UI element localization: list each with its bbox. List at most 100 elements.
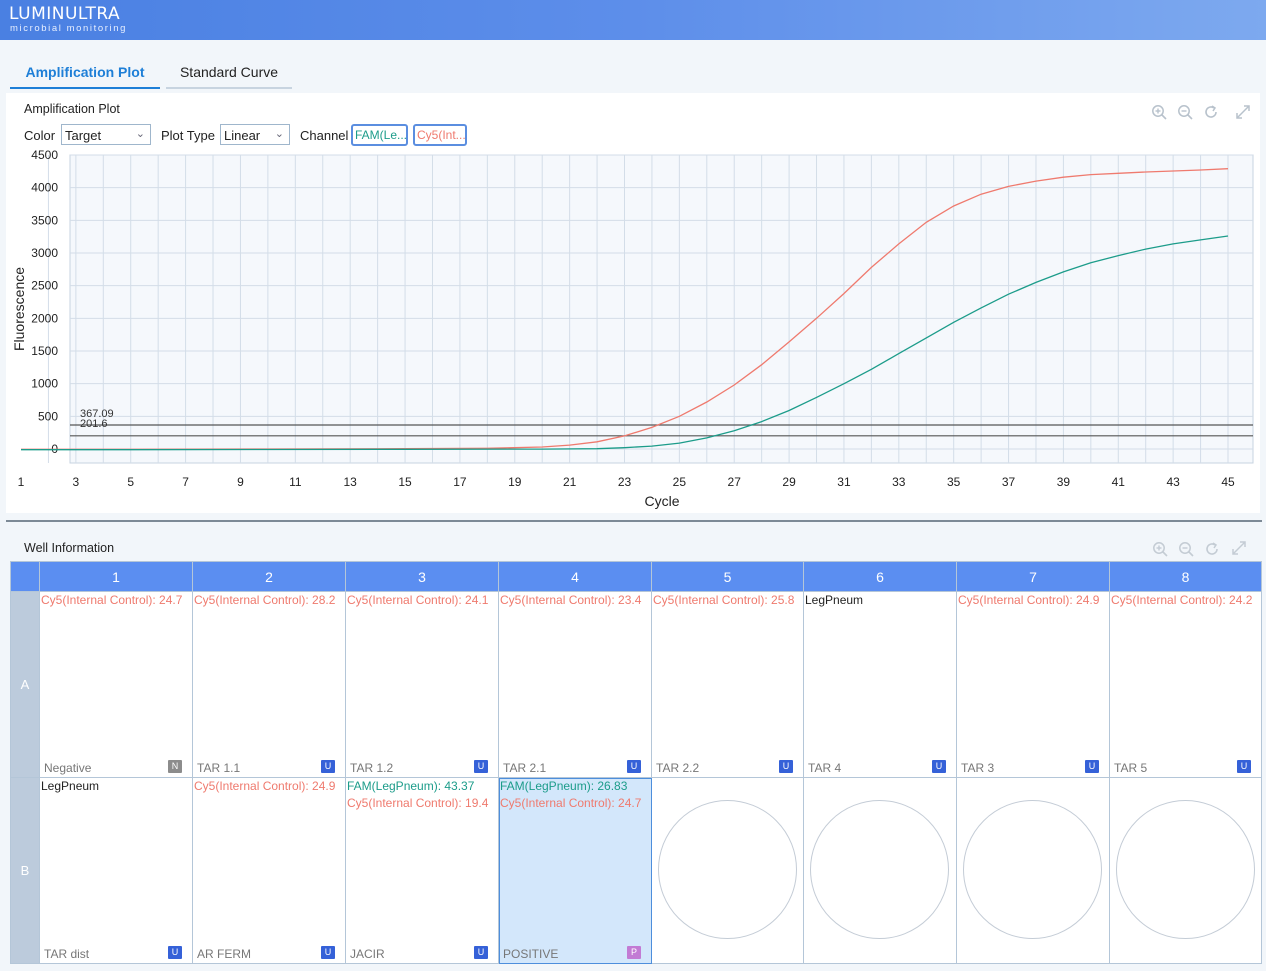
empty-well-circle [963, 800, 1102, 939]
well-sample-name: AR FERM [197, 947, 251, 961]
plot-type-select[interactable]: Linear ⌄ [220, 124, 290, 145]
well-result-line: Cy5(Internal Control): 28.2 [194, 593, 336, 607]
tab-standard-curve[interactable]: Standard Curve [166, 58, 292, 89]
color-label: Color [24, 128, 56, 143]
well-sample-name: TAR dist [44, 947, 90, 961]
column-header[interactable]: 1 [39, 561, 193, 592]
well-result-line: Cy5(Internal Control): 24.7 [500, 796, 642, 810]
sample-type-badge: U [474, 946, 488, 959]
well-result-line: LegPneum [805, 593, 864, 607]
well-sample-name: JACIR [350, 947, 385, 961]
color-select-value: Target [65, 128, 102, 143]
well-cell[interactable] [956, 777, 1110, 964]
well-result-line: FAM(LegPneum): 26.83 [500, 779, 628, 793]
column-header[interactable]: 4 [498, 561, 652, 592]
zoom-in-icon[interactable] [1152, 541, 1168, 557]
sample-type-badge: N [168, 760, 182, 773]
plot-type-select-value: Linear [224, 128, 261, 143]
column-header[interactable]: 5 [651, 561, 804, 592]
well-panel-title: Well Information [24, 541, 115, 555]
plot-panel-title: Amplification Plot [24, 102, 120, 116]
channel-fam-button[interactable]: FAM(Le... [351, 124, 408, 146]
refresh-icon[interactable] [1204, 541, 1220, 557]
amplification-plot-panel [6, 93, 1260, 513]
well-cell[interactable]: Cy5(Internal Control): 24.2 TAR 5 U [1109, 591, 1262, 778]
logo-tagline: microbial monitoring [10, 23, 128, 34]
column-header[interactable]: 8 [1109, 561, 1262, 592]
well-result-line: Cy5(Internal Control): 24.9 [194, 779, 336, 793]
sample-type-badge: U [779, 760, 793, 773]
zoom-out-icon[interactable] [1178, 541, 1194, 557]
well-cell[interactable]: Cy5(Internal Control): 24.1 TAR 1.2 U [345, 591, 499, 778]
sample-type-badge: U [321, 946, 335, 959]
well-cell[interactable]: LegPneum TAR dist U [39, 777, 193, 964]
sample-type-badge: U [932, 760, 946, 773]
well-sample-name: TAR 5 [1114, 761, 1148, 775]
sample-type-badge: U [168, 946, 182, 959]
well-row-a: A Cy5(Internal Control): 24.7 Negative N Cy5… [10, 591, 1262, 778]
sample-type-badge: U [1237, 760, 1251, 773]
channel-cy5-button[interactable]: Cy5(Int... [413, 124, 467, 146]
sample-type-badge: U [1085, 760, 1099, 773]
well-cell[interactable] [1109, 777, 1262, 964]
row-header[interactable]: A [10, 591, 40, 778]
well-result-line: Cy5(Internal Control): 23.4 [500, 593, 642, 607]
empty-well-circle [810, 800, 949, 939]
empty-well-circle [1116, 800, 1255, 939]
well-result-line: FAM(LegPneum): 43.37 [347, 779, 475, 793]
well-result-line: Cy5(Internal Control): 25.8 [653, 593, 795, 607]
well-result-line: Cy5(Internal Control): 19.4 [347, 796, 489, 810]
chevron-down-icon: ⌄ [274, 128, 284, 140]
well-result-line: Cy5(Internal Control): 24.1 [347, 593, 489, 607]
well-grid: 1 2 3 4 5 6 7 8 A Cy5(Internal Control): … [10, 561, 1262, 964]
well-cell[interactable] [651, 777, 804, 964]
well-sample-name: TAR 3 [961, 761, 995, 775]
well-sample-name: Negative [44, 761, 92, 775]
well-cell[interactable]: Cy5(Internal Control): 24.9 TAR 3 U [956, 591, 1110, 778]
row-header[interactable]: B [10, 777, 40, 964]
column-header[interactable]: 3 [345, 561, 499, 592]
well-cell[interactable]: Cy5(Internal Control): 24.9 AR FERM U [192, 777, 346, 964]
well-cell[interactable]: Cy5(Internal Control): 23.4 TAR 2.1 U [498, 591, 652, 778]
column-header[interactable]: 6 [803, 561, 957, 592]
well-sample-name: TAR 1.2 [350, 761, 394, 775]
sample-type-badge: P [627, 946, 641, 959]
color-select[interactable]: Target ⌄ [61, 124, 151, 145]
well-sample-name: TAR 4 [808, 761, 842, 775]
well-sample-name: TAR 1.1 [197, 761, 241, 775]
well-sample-name: TAR 2.2 [656, 761, 700, 775]
channel-label: Channel [300, 128, 349, 143]
chevron-down-icon: ⌄ [135, 128, 145, 140]
zoom-out-icon[interactable] [1177, 104, 1193, 120]
tab-amplification-plot[interactable]: Amplification Plot [10, 58, 160, 89]
plot-type-label: Plot Type [161, 128, 215, 143]
well-result-line: Cy5(Internal Control): 24.2 [1111, 593, 1253, 607]
well-row-b: B LegPneum TAR dist U Cy5(Internal Control):… [10, 777, 1262, 964]
well-cell[interactable]: Cy5(Internal Control): 28.2 TAR 1.1 U [192, 591, 346, 778]
expand-icon[interactable] [1231, 540, 1247, 556]
well-cell[interactable]: Cy5(Internal Control): 25.8 TAR 2.2 U [651, 591, 804, 778]
column-header[interactable]: 7 [956, 561, 1110, 592]
zoom-in-icon[interactable] [1151, 104, 1167, 120]
well-result-line: Cy5(Internal Control): 24.7 [41, 593, 183, 607]
logo: LUMINULTRA [9, 4, 121, 24]
sample-type-badge: U [474, 760, 488, 773]
empty-well-circle [658, 800, 797, 939]
well-sample-name: POSITIVE [503, 947, 559, 961]
well-result-line: LegPneum [41, 779, 100, 793]
panel-divider[interactable] [6, 520, 1262, 522]
well-cell[interactable]: Cy5(Internal Control): 24.7 Negative N [39, 591, 193, 778]
well-cell[interactable]: FAM(LegPneum): 26.83 Cy5(Internal Control… [498, 777, 652, 964]
expand-icon[interactable] [1235, 104, 1251, 120]
grid-corner [10, 561, 40, 592]
column-header[interactable]: 2 [192, 561, 346, 592]
sample-type-badge: U [321, 760, 335, 773]
well-sample-name: TAR 2.1 [503, 761, 547, 775]
well-cell[interactable]: FAM(LegPneum): 43.37 Cy5(Internal Control… [345, 777, 499, 964]
sample-type-badge: U [627, 760, 641, 773]
refresh-icon[interactable] [1203, 104, 1219, 120]
app-header: LUMINULTRA microbial monitoring [0, 0, 1266, 40]
well-cell[interactable]: LegPneum TAR 4 U [803, 591, 957, 778]
well-result-line: Cy5(Internal Control): 24.9 [958, 593, 1100, 607]
well-cell[interactable] [803, 777, 957, 964]
